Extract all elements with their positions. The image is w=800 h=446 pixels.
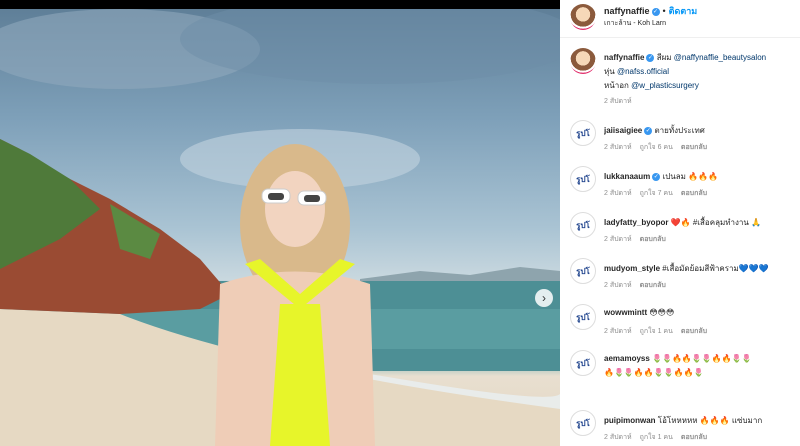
- comment-time[interactable]: 2 สัปดาห์: [604, 236, 632, 243]
- commenter-avatar[interactable]: รูปโ: [570, 350, 596, 376]
- comment-meta: 2 สัปดาห์ ตอบกลับ: [604, 280, 674, 291]
- separator-dot: •: [662, 6, 666, 16]
- reply-button[interactable]: ตอบกลับ: [681, 190, 707, 197]
- comment-time[interactable]: 2 สัปดาห์: [604, 434, 632, 441]
- comment-body: aemamoyss 🌷🌷🔥🔥🌷🌷🔥🔥🌷🌷: [604, 354, 800, 363]
- commenter-username[interactable]: ladyfatty_byopor: [604, 218, 668, 227]
- beach-photo-illustration: [0, 9, 560, 446]
- verified-badge-icon: ✓: [652, 172, 661, 181]
- commenter-avatar[interactable]: รูปโ: [570, 304, 596, 330]
- comment-item: รูปโ lukkanaaum ✓ เปนลม 🔥🔥🔥 2 สัปดาห์ ถูกใ…: [560, 166, 800, 210]
- comment-body: lukkanaaum ✓ เปนลม 🔥🔥🔥: [604, 170, 800, 183]
- commenter-avatar[interactable]: รูปโ: [570, 120, 596, 146]
- post-location[interactable]: เกาะล้าน - Koh Larn: [604, 18, 666, 29]
- next-photo-button[interactable]: ›: [535, 289, 553, 307]
- post-side-panel: naffynaffie ✓ • ติดตาม เกาะล้าน - Koh Larn …: [560, 0, 800, 446]
- comment-meta: 2 สัปดาห์ ตอบกลับ: [604, 234, 674, 245]
- author-avatar[interactable]: [570, 4, 596, 30]
- verified-badge-icon: ✓: [646, 53, 655, 62]
- caption-label-hair: สีผม: [656, 53, 672, 62]
- reply-button[interactable]: ตอบกลับ: [681, 434, 707, 441]
- post-photo[interactable]: ›: [0, 9, 560, 446]
- comment-time[interactable]: 2 สัปดาห์: [604, 190, 632, 197]
- caption-author-avatar[interactable]: [570, 48, 596, 74]
- comment-likes[interactable]: ถูกใจ 1 คน: [640, 328, 673, 335]
- comment-time[interactable]: 2 สัปดาห์: [604, 282, 632, 289]
- reply-button[interactable]: ตอบกลับ: [681, 144, 707, 151]
- comment-body: mudyom_style #เสื้อมัดย้อมสีฟ้าคราม💙💙💙: [604, 262, 800, 275]
- comment-text: ❤️🔥 #เสื้อคลุมทำงาน 🙏: [670, 218, 762, 227]
- caption-timestamp[interactable]: 2 สัปดาห์: [604, 96, 632, 107]
- comment-meta: 2 สัปดาห์ ถูกใจ 6 คน ตอบกลับ: [604, 142, 715, 153]
- comment-text-continued: 🔥🌷🌷🔥🔥🌷🌷🔥🔥🌷: [604, 368, 704, 377]
- comment-body: ladyfatty_byopor ❤️🔥 #เสื้อคลุมทำงาน 🙏: [604, 216, 800, 229]
- comment-text: #เสื้อมัดย้อมสีฟ้าคราม💙💙💙: [662, 264, 769, 273]
- reply-button[interactable]: ตอบกลับ: [640, 236, 666, 243]
- commenter-username[interactable]: mudyom_style: [604, 264, 660, 273]
- commenter-avatar[interactable]: รูปโ: [570, 166, 596, 192]
- mention-link[interactable]: @naffynaffie_beautysalon: [674, 53, 766, 62]
- mention-link[interactable]: @w_plasticsurgery: [631, 81, 699, 90]
- comment-item: รูปโ ladyfatty_byopor ❤️🔥 #เสื้อคลุมทำงา…: [560, 212, 800, 256]
- commenter-avatar[interactable]: รูปโ: [570, 212, 596, 238]
- comment-time[interactable]: 2 สัปดาห์: [604, 144, 632, 151]
- comment-time[interactable]: 2 สัปดาห์: [604, 328, 632, 335]
- top-bar: [0, 0, 560, 9]
- comment-meta: 2 สัปดาห์ ถูกใจ 7 คน ตอบกลับ: [604, 188, 715, 199]
- mention-link[interactable]: @nafss.official: [617, 67, 669, 76]
- verified-badge-icon: ✓: [651, 7, 660, 16]
- reply-button[interactable]: ตอบกลับ: [681, 328, 707, 335]
- author-username[interactable]: naffynaffie: [604, 6, 650, 16]
- comment-likes[interactable]: ถูกใจ 1 คน: [640, 434, 673, 441]
- comment-meta: 2 สัปดาห์ ถูกใจ 1 คน ตอบกลับ: [604, 326, 715, 337]
- comment-likes[interactable]: ถูกใจ 7 คน: [640, 190, 673, 197]
- comment-body: jaiisaigiee ✓ ตายทั้งประเทศ: [604, 124, 800, 137]
- caption-username[interactable]: naffynaffie: [604, 53, 644, 62]
- commenter-username[interactable]: aemamoyss: [604, 354, 650, 363]
- comment-text: 🌷🌷🔥🔥🌷🌷🔥🔥🌷🌷: [652, 354, 752, 363]
- commenter-avatar[interactable]: รูปโ: [570, 410, 596, 436]
- comment-text: เปนลม 🔥🔥🔥: [662, 172, 719, 181]
- comment-text: โอ้โหหหหห 🔥🔥🔥 แซ่บมาก: [657, 416, 763, 425]
- comment-item: รูปโ jaiisaigiee ✓ ตายทั้งประเทศ 2 สัปดาห…: [560, 120, 800, 164]
- caption-label-body: หุ่น: [604, 67, 615, 76]
- comment-item: รูปโ mudyom_style #เสื้อมัดย้อมสีฟ้าคราม…: [560, 258, 800, 302]
- caption-label-chest: หน้าอก: [604, 81, 629, 90]
- reply-button[interactable]: ตอบกลับ: [640, 282, 666, 289]
- comment-item: รูปโ puipimonwan โอ้โหหหหห 🔥🔥🔥 แซ่บมาก 2…: [560, 410, 800, 446]
- commenter-username[interactable]: wowwmintt: [604, 308, 647, 317]
- comment-item: รูปโ wowwmintt 😳😳😳 2 สัปดาห์ ถูกใจ 1 คน ตอ…: [560, 304, 800, 348]
- comment-body: puipimonwan โอ้โหหหหห 🔥🔥🔥 แซ่บมาก: [604, 414, 800, 427]
- comment-text: ตายทั้งประเทศ: [654, 126, 705, 135]
- caption-text: naffynaffie ✓ สีผม @naffynaffie_beautysal…: [604, 51, 800, 93]
- commenter-username[interactable]: jaiisaigiee: [604, 126, 642, 135]
- verified-badge-icon: ✓: [644, 126, 653, 135]
- comment-body: wowwmintt 😳😳😳: [604, 308, 800, 317]
- post-header: naffynaffie ✓ • ติดตาม เกาะล้าน - Koh Larn: [560, 0, 800, 38]
- comment-meta: 2 สัปดาห์ ถูกใจ 1 คน ตอบกลับ: [604, 432, 715, 443]
- commenter-username[interactable]: puipimonwan: [604, 416, 656, 425]
- comment-text: 😳😳😳: [649, 308, 675, 317]
- comment-item: รูปโ aemamoyss 🌷🌷🔥🔥🌷🌷🔥🔥🌷🌷 🔥🌷🌷🔥🔥🌷🌷🔥🔥🌷: [560, 350, 800, 394]
- commenter-avatar[interactable]: รูปโ: [570, 258, 596, 284]
- commenter-username[interactable]: lukkanaaum: [604, 172, 650, 181]
- follow-button[interactable]: ติดตาม: [669, 6, 698, 16]
- author-line: naffynaffie ✓ • ติดตาม: [604, 4, 697, 18]
- comment-likes[interactable]: ถูกใจ 6 คน: [640, 144, 673, 151]
